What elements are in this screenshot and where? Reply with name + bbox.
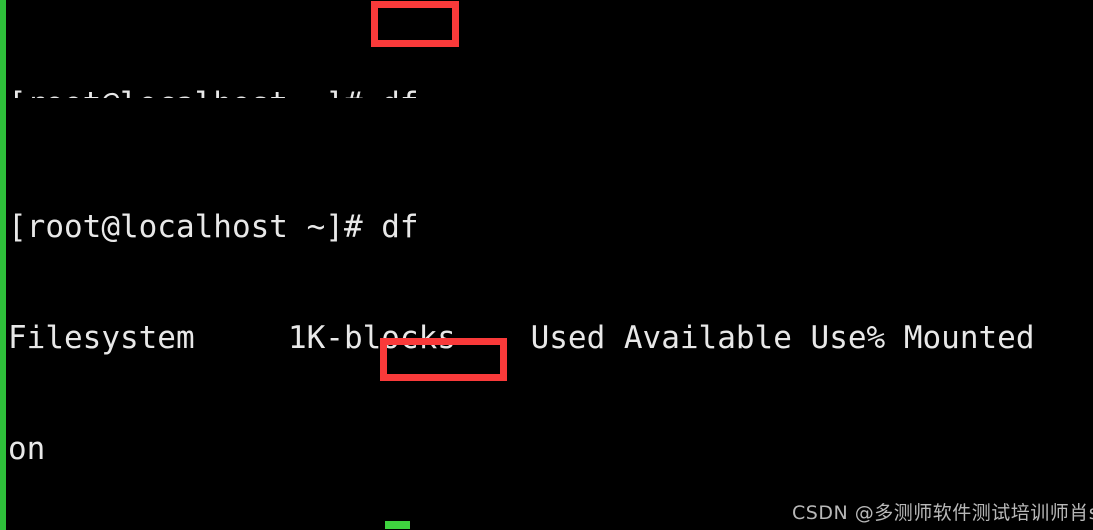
terminal-line-header-wrap-on: on bbox=[8, 431, 46, 467]
terminal-left-edge-bar bbox=[0, 0, 6, 530]
terminal-line-header-1k: Filesystem 1K-blocks Used Available Use%… bbox=[8, 320, 1035, 356]
terminal-line-prompt-df: [root@localhost ~]# df bbox=[8, 209, 419, 245]
terminal-window[interactable]: [root@localhost ~]# df [root@localhost ~… bbox=[0, 0, 1093, 530]
terminal-cursor bbox=[385, 521, 410, 529]
terminal-line-clipped-top: [root@localhost ~]# df bbox=[8, 86, 1093, 98]
terminal-output-area[interactable]: [root@localhost ~]# df [root@localhost ~… bbox=[8, 0, 1093, 530]
watermark-text: CSDN @多测师软件测试培训师肖sir bbox=[792, 502, 1093, 524]
